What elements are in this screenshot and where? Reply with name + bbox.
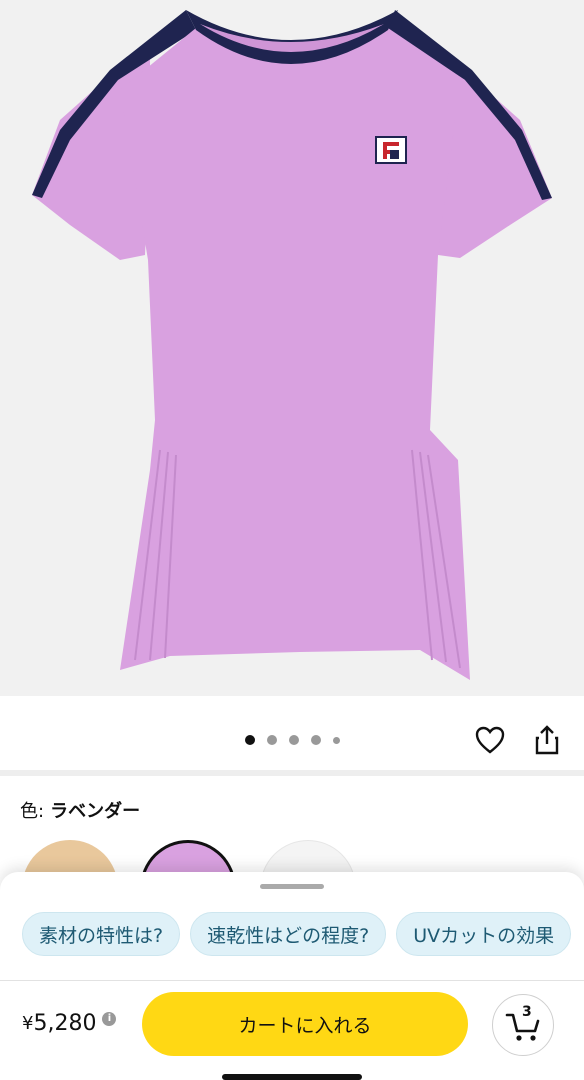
carousel-dot[interactable] [244,735,255,745]
info-icon[interactable]: i [102,1011,117,1026]
suggestion-chips: 素材の特性は? 速乾性はどの程度? UVカットの効果 [22,912,584,958]
bottom-sheet: 素材の特性は? 速乾性はどの程度? UVカットの効果 ¥5,280 i カートに入… [0,872,584,1080]
cart-count-badge: 3 [522,1004,532,1020]
price-value: 5,280 [33,1011,97,1036]
color-value: ラベンダー [50,801,141,822]
carousel-dot[interactable] [332,736,340,744]
shirt-illustration [32,10,552,680]
product-image[interactable] [0,0,584,696]
suggestion-chip[interactable]: 素材の特性は? [22,912,181,956]
carousel-dot[interactable] [288,735,299,745]
share-icon [535,725,559,755]
price: ¥5,280 i [22,1011,117,1036]
sheet-handle[interactable] [260,884,324,889]
add-to-cart-button[interactable]: カートに入れる [142,992,468,1056]
color-selection: 色: ラベンダー [20,797,140,823]
cart-button[interactable]: 3 [492,994,554,1056]
sheet-divider [0,980,584,981]
suggestion-chip[interactable]: 速乾性はどの程度? [190,912,387,956]
product-page: 色: ラベンダー 素材の特性は? 速乾性はどの程度? UVカットの効果 ¥5,28… [0,0,584,1080]
favorite-button[interactable] [470,720,510,760]
carousel-dot[interactable] [310,735,321,745]
heart-icon [475,726,505,754]
section-divider [0,770,584,776]
color-label: 色: [20,801,45,822]
suggestion-chip[interactable]: UVカットの効果 [396,912,572,956]
home-indicator [222,1074,362,1080]
carousel-dot[interactable] [266,735,277,745]
currency-symbol: ¥ [22,1013,34,1034]
share-button[interactable] [527,720,567,760]
